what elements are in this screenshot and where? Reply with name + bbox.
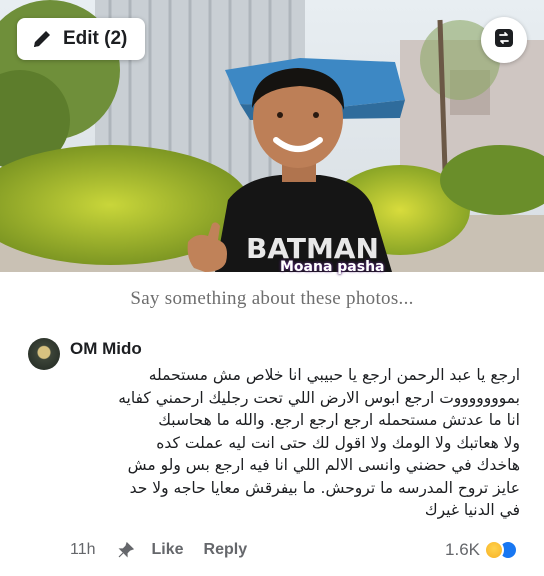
comment-line: عايز تروح المدرسه ما تروحش. ما بيفرقش مع… [129,478,520,497]
reaction-summary[interactable]: 1.6K [445,538,518,562]
caption-input[interactable]: Say something about these photos... [0,288,544,310]
reaction-count: 1.6K [445,540,480,559]
swap-photo-icon [493,27,515,54]
comment-time[interactable]: 11h [70,541,96,559]
sad-reaction-icon [484,540,504,560]
photo-watermark: Moana pasha [280,259,385,275]
pin-icon[interactable] [118,541,134,558]
edit-label: Edit (2) [63,28,128,49]
comment-line: انا ما عدتش مستحمله ارجع ارجع ارجع. والل… [158,411,520,429]
reaction-icons [484,540,518,560]
comment-line: بموووووووت ارجع ابوس الارض اللي تحت رجلي… [118,388,520,407]
comment-body: ارجع يا عبد الرحمن ارجع يا حبيبي انا خلا… [62,364,520,522]
pencil-icon [31,28,53,50]
comment-line: ارجع يا عبد الرحمن ارجع يا حبيبي انا خلا… [148,366,520,384]
like-button[interactable]: Like [152,541,184,559]
swap-photo-button[interactable] [481,17,527,63]
reply-button[interactable]: Reply [204,541,248,559]
comment-actions: 11h Like Reply [70,538,247,562]
comment-line: ولا هعاتبك ولا الومك ولا اقول لك حتى انت… [156,433,520,452]
avatar[interactable] [28,338,60,370]
edit-photos-button[interactable]: Edit (2) [17,18,145,60]
comment-line: هاخدك في حضني وانسى الالم اللي انا فيه ا… [127,456,520,474]
comment-author[interactable]: OM Mido [70,339,142,359]
comment-line: في الدنيا غيرك [424,501,520,519]
